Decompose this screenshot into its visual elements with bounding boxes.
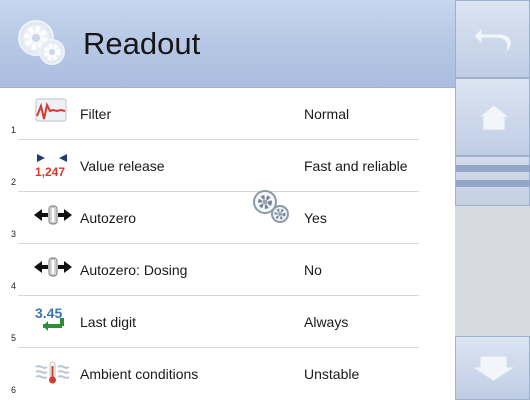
list-row-value-release[interactable]: 2 1,247 Value release Fast and reliable [0,140,455,192]
row-label: Autozero: Dosing [80,262,188,278]
header-bar: Readout [0,0,455,88]
row-value: Normal [304,106,350,122]
gears-icon [18,20,65,65]
list-row-ambient-conditions[interactable]: 6 Ambient conditions Unstable [0,348,455,400]
filter-wave-icon [35,98,67,122]
row-value: No [304,262,322,278]
row-number: 3 [11,229,17,239]
gears-icon [253,190,289,223]
scrollbar-thumb[interactable] [455,156,530,206]
row-number: 5 [11,333,17,343]
autozero-icon [34,205,72,225]
home-icon [477,104,511,131]
row-label: Autozero [80,210,137,226]
ambient-conditions-icon [35,361,70,384]
row-value: Yes [304,210,327,226]
value-release-icon-text: 1,247 [35,165,65,178]
row-value: Unstable [304,366,360,382]
list-row-autozero-dosing[interactable]: 4 Autozero: Dosing No [0,244,455,296]
row-value: Always [304,314,349,330]
list-row-last-digit[interactable]: 5 3.45 Last digit Always [0,296,455,348]
row-label: Last digit [80,314,137,330]
row-value: Fast and reliable [304,158,408,174]
row-label: Ambient conditions [80,366,199,382]
sidebar-panel [455,0,530,400]
row-label: Value release [80,158,165,174]
list-row-autozero[interactable]: 3 Autozero Yes [0,192,455,244]
scroll-down-button[interactable] [455,336,530,400]
scroll-thumb-line [456,180,530,187]
row-label: Filter [80,106,112,122]
row-number: 6 [11,385,17,395]
undo-arrow-icon [474,26,512,54]
row-number: 1 [11,125,17,135]
home-button[interactable] [455,78,530,156]
scroll-thumb-line [456,165,530,172]
list-row-filter[interactable]: 1 Filter Normal [0,88,455,140]
page-title: Readout [83,26,201,61]
row-number: 4 [11,281,17,291]
row-number: 2 [11,177,17,187]
settings-list: 1 Filter Normal 2 1,247 Value release Fa… [0,88,455,400]
back-button[interactable] [455,0,530,78]
down-arrow-icon [472,355,515,382]
autozero-dosing-icon [34,257,72,277]
last-digit-icon: 3.45 [35,305,64,331]
last-digit-icon-text: 3.45 [35,305,62,321]
value-release-icon: 1,247 [35,154,67,178]
